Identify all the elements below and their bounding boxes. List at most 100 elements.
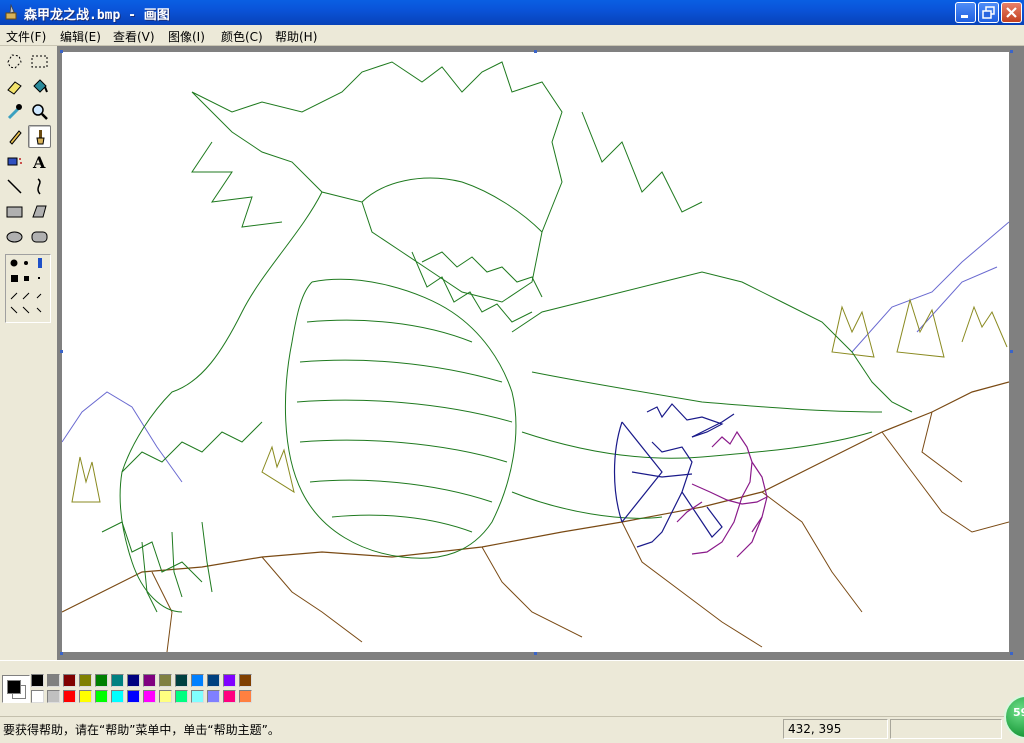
status-size-cell — [890, 719, 1002, 739]
free-form-select-tool[interactable] — [3, 50, 26, 73]
palette-swatch[interactable] — [63, 690, 76, 703]
tool-box: A — [0, 46, 57, 660]
menu-help[interactable]: 帮助(H) — [275, 28, 317, 45]
resize-handle-top-left — [60, 50, 63, 53]
palette-swatch[interactable] — [111, 690, 124, 703]
palette-swatch[interactable] — [191, 690, 204, 703]
brush-tool[interactable] — [28, 125, 51, 148]
airbrush-icon — [7, 157, 22, 166]
pick-color-icon — [7, 104, 22, 120]
rect-select-tool[interactable] — [28, 50, 51, 73]
resize-handle-bottom-left — [60, 652, 63, 655]
palette-swatch[interactable] — [79, 690, 92, 703]
status-bar: 要获得帮助，请在“帮助”菜单中，单击“帮助主题”。 432, 395 — [0, 716, 1024, 743]
line-tool[interactable] — [3, 175, 26, 198]
resize-handle-top-right — [1010, 50, 1013, 53]
resize-handle-top-middle — [534, 50, 537, 53]
palette-swatch[interactable] — [191, 674, 204, 687]
brush-icon — [36, 130, 45, 145]
palette-swatch[interactable] — [239, 674, 252, 687]
resize-handle-bottom-right[interactable] — [1010, 652, 1013, 655]
palette-swatch[interactable] — [239, 690, 252, 703]
free-form-select-icon — [7, 54, 22, 69]
minimize-button[interactable] — [955, 2, 976, 23]
fill-icon — [33, 79, 48, 93]
window-title: 森甲龙之战.bmp - 画图 — [24, 8, 170, 23]
drawing-canvas[interactable] — [61, 52, 1010, 653]
magnifier-tool[interactable] — [28, 100, 51, 123]
rectangle-icon — [6, 206, 23, 218]
maximize-button[interactable] — [978, 2, 999, 23]
svg-text:A: A — [32, 153, 46, 172]
palette-swatch[interactable] — [175, 674, 188, 687]
color-box — [0, 660, 1024, 717]
rectangle-tool[interactable] — [3, 200, 26, 223]
text-tool[interactable]: A — [28, 150, 51, 173]
foreground-color-swatch — [7, 680, 21, 694]
minimize-icon — [961, 15, 968, 18]
fill-tool[interactable] — [28, 75, 51, 98]
pencil-tool[interactable] — [3, 125, 26, 148]
menu-bar: 文件(F) 编辑(E) 查看(V) 图像(I) 颜色(C) 帮助(H) — [0, 25, 1024, 46]
palette-swatch[interactable] — [47, 674, 60, 687]
eraser-tool[interactable] — [3, 75, 26, 98]
rounded-rect-icon — [31, 231, 48, 243]
palette-swatch[interactable] — [79, 674, 92, 687]
menu-file[interactable]: 文件(F) — [6, 28, 46, 45]
status-help-text: 要获得帮助，请在“帮助”菜单中，单击“帮助主题”。 — [3, 723, 280, 737]
menu-image[interactable]: 图像(I) — [168, 28, 205, 45]
curve-icon — [37, 178, 41, 195]
resize-handle-bottom-middle[interactable] — [534, 652, 537, 655]
pick-color-tool[interactable] — [3, 100, 26, 123]
resize-handle-right-middle[interactable] — [1010, 350, 1013, 353]
palette-swatch[interactable] — [95, 674, 108, 687]
menu-colors[interactable]: 颜色(C) — [221, 28, 263, 45]
line-icon — [7, 179, 22, 194]
palette-swatch[interactable] — [143, 674, 156, 687]
cursor-coordinates: 432, 395 — [788, 722, 842, 736]
palette-swatch[interactable] — [127, 674, 140, 687]
paint-brush-icon — [5, 4, 17, 20]
ellipse-icon — [6, 231, 23, 243]
brush-shape-options[interactable] — [5, 254, 51, 323]
palette-swatch[interactable] — [31, 674, 44, 687]
current-colors — [2, 675, 30, 703]
palette-swatch[interactable] — [223, 674, 236, 687]
palette-swatch[interactable] — [159, 690, 172, 703]
palette-swatch[interactable] — [63, 674, 76, 687]
magnifier-icon — [32, 104, 48, 120]
palette-swatch[interactable] — [175, 690, 188, 703]
palette-swatch[interactable] — [207, 674, 220, 687]
curve-tool[interactable] — [28, 175, 51, 198]
rect-select-icon — [31, 55, 48, 68]
palette-swatch[interactable] — [143, 690, 156, 703]
menu-edit[interactable]: 编辑(E) — [60, 28, 101, 45]
polygon-icon — [32, 205, 47, 218]
palette-swatch[interactable] — [127, 690, 140, 703]
palette-swatch[interactable] — [47, 690, 60, 703]
dragon-battle-drawing — [61, 61, 1010, 653]
palette-swatch[interactable] — [207, 690, 220, 703]
ellipse-tool[interactable] — [3, 225, 26, 248]
palette-swatch[interactable] — [159, 674, 172, 687]
badge-text: 59 — [1013, 706, 1024, 719]
pencil-icon — [9, 130, 22, 145]
resize-handle-left-middle — [60, 350, 63, 353]
polygon-tool[interactable] — [28, 200, 51, 223]
palette-swatch[interactable] — [95, 690, 108, 703]
title-bar[interactable]: 森甲龙之战.bmp - 画图 — [0, 0, 1024, 25]
close-button[interactable] — [1001, 2, 1022, 23]
palette-swatch[interactable] — [223, 690, 236, 703]
eraser-icon — [7, 81, 22, 95]
menu-view[interactable]: 查看(V) — [113, 28, 155, 45]
status-coordinates-cell: 432, 395 — [783, 719, 888, 739]
brush-shapes-icon — [10, 258, 42, 314]
airbrush-tool[interactable] — [3, 150, 26, 173]
palette-swatch[interactable] — [111, 674, 124, 687]
rounded-rect-tool[interactable] — [28, 225, 51, 248]
maximize-icon — [982, 6, 995, 19]
palette-swatch[interactable] — [31, 690, 44, 703]
text-icon: A — [32, 153, 46, 172]
canvas-scroll-area[interactable] — [57, 46, 1024, 660]
close-icon — [1006, 7, 1017, 18]
